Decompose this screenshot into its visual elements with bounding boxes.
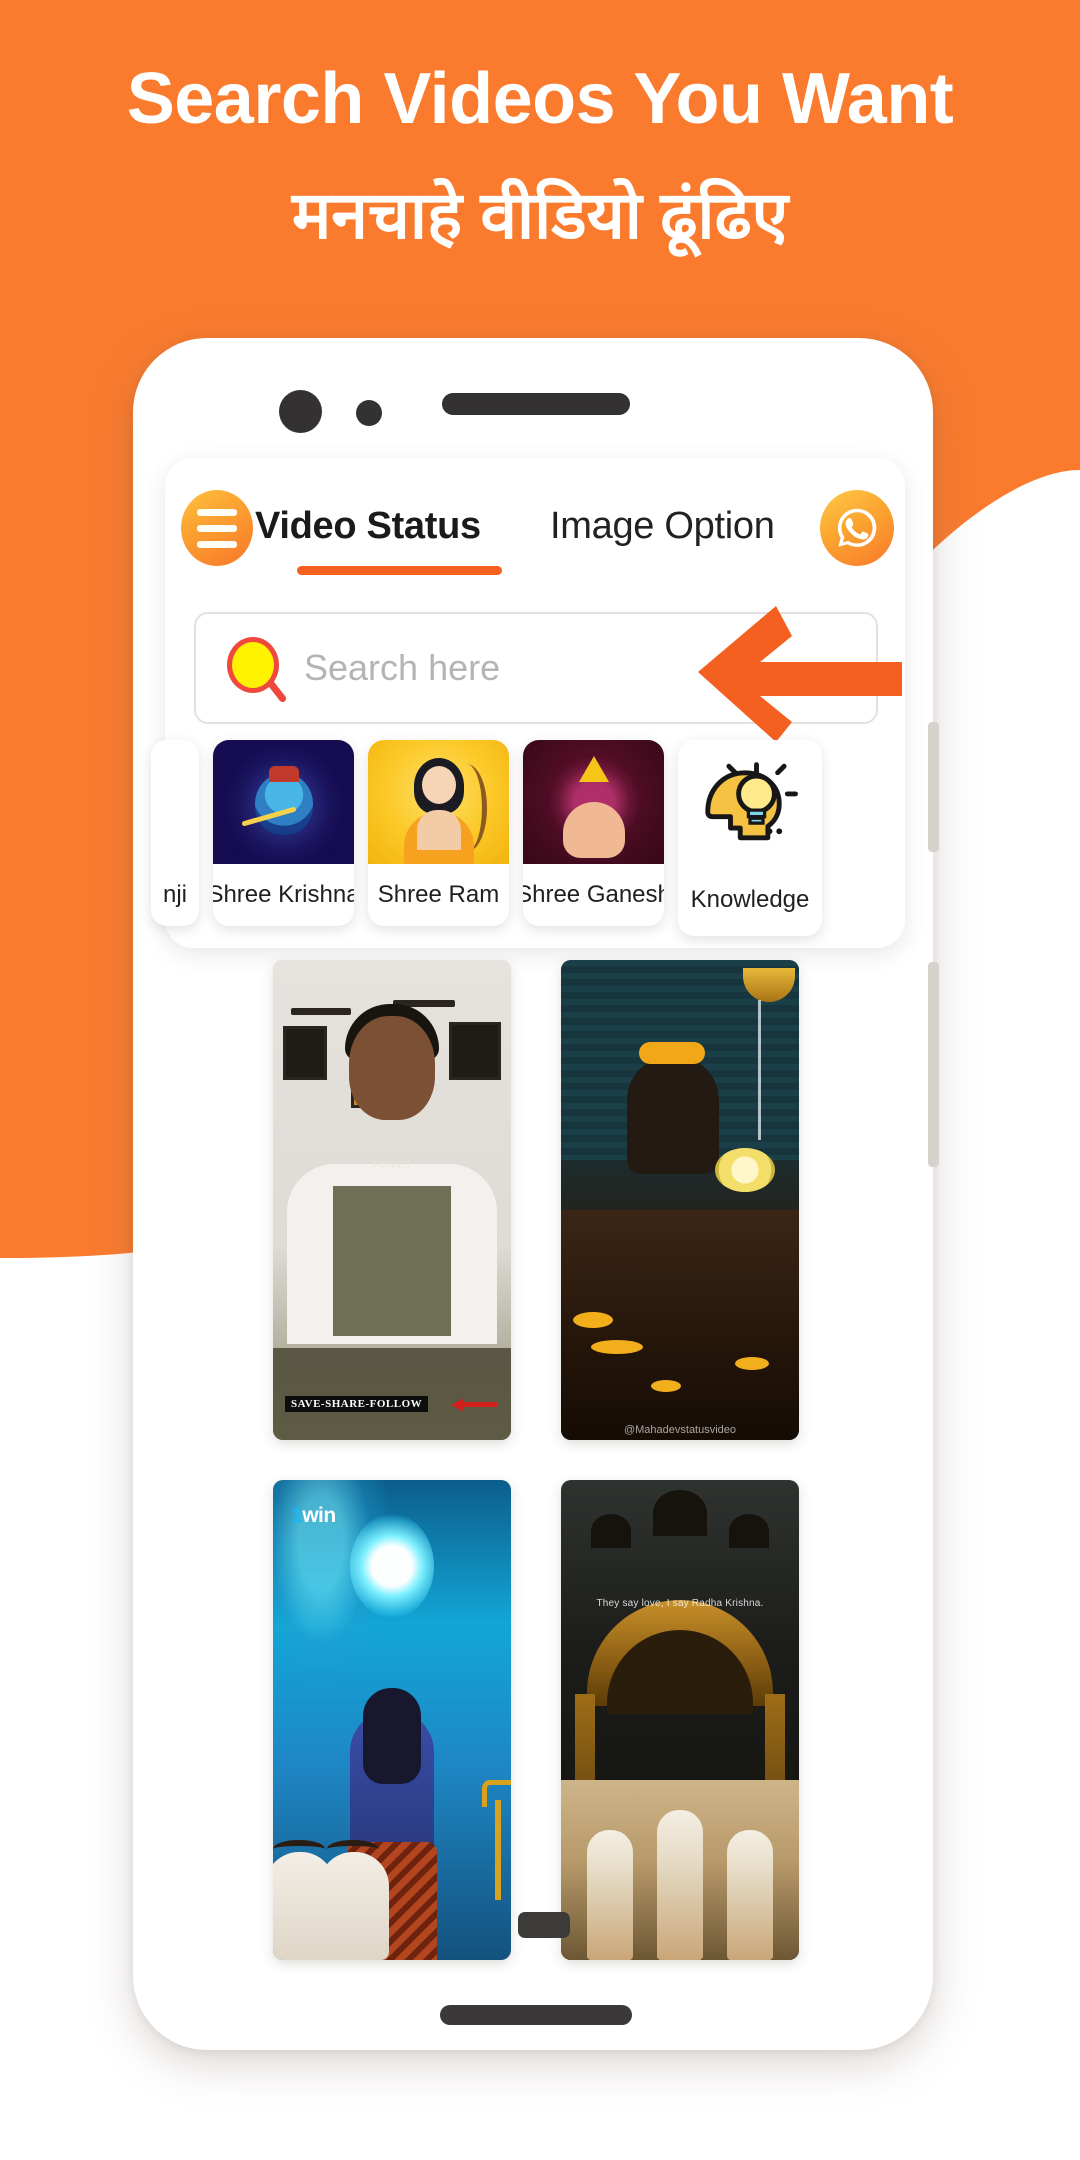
power-button[interactable] xyxy=(928,962,939,1167)
whatsapp-icon[interactable] xyxy=(820,490,894,566)
krishna-art-icon xyxy=(213,740,354,864)
video-thumbnail[interactable]: POWER SAVE-SHARE-FOLLOW xyxy=(273,960,511,1440)
category-label: Knowledge xyxy=(690,886,810,913)
proximity-sensor-icon xyxy=(356,400,382,426)
category-chip-knowledge[interactable]: Knowledge xyxy=(678,740,822,936)
hamburger-icon[interactable] xyxy=(181,490,253,566)
category-label: Shree Krishna xyxy=(213,881,354,908)
category-label: Shree Ram xyxy=(377,881,500,908)
tab-bar: Video Status Image Option xyxy=(255,492,795,574)
video-caption: SAVE-SHARE-FOLLOW xyxy=(285,1396,429,1412)
home-indicator xyxy=(440,2005,632,2025)
category-chip-shree-ganesh[interactable]: Shree Ganesh xyxy=(523,740,664,926)
category-chip-shree-ram[interactable]: Shree Ram xyxy=(368,740,509,926)
category-chip-shree-krishna[interactable]: Shree Krishna xyxy=(213,740,354,926)
promo-screenshot: Search Videos You Want मनचाहे वीडियो ढूं… xyxy=(0,0,1080,2160)
video-overlay-text: POWER xyxy=(372,1160,412,1170)
ganesh-art-icon xyxy=(523,740,664,864)
category-chip-partial[interactable]: nji xyxy=(151,740,199,926)
earpiece-speaker xyxy=(442,393,630,415)
category-label: Shree Ganesh xyxy=(523,881,664,908)
lightbulb-head-icon xyxy=(678,740,822,864)
video-grid: POWER SAVE-SHARE-FOLLOW @Mahadevstatusvi… xyxy=(194,960,878,1970)
video-watermark: @Mahadevstatusvideo xyxy=(623,1424,737,1436)
volume-button[interactable] xyxy=(928,722,939,852)
search-input[interactable]: Search here xyxy=(194,612,878,724)
video-thumbnail[interactable]: 1win xyxy=(273,1480,511,1960)
video-watermark: 1win xyxy=(291,1504,336,1527)
video-thumbnail[interactable]: @Mahadevstatusvideo xyxy=(561,960,799,1440)
promo-headline-hi: मनचाहे वीडियो ढूंढिए xyxy=(291,178,789,252)
magnifier-icon xyxy=(218,631,292,705)
active-tab-indicator xyxy=(297,566,502,575)
tab-image-option[interactable]: Image Option xyxy=(550,492,775,560)
video-thumbnail[interactable]: They say love, I say Radha Krishna. xyxy=(561,1480,799,1960)
tab-video-status[interactable]: Video Status xyxy=(255,492,481,560)
search-placeholder: Search here xyxy=(304,647,501,688)
category-chip-row[interactable]: nji Shree Krishna Shree Ram Shree Ganesh xyxy=(151,740,905,940)
promo-headline-en: Search Videos You Want xyxy=(126,59,954,139)
video-caption: They say love, I say Radha Krishna. xyxy=(596,1598,764,1609)
ram-art-icon xyxy=(368,740,509,864)
category-label: nji xyxy=(162,881,187,908)
scroll-indicator[interactable] xyxy=(518,1912,570,1938)
front-camera-icon xyxy=(279,390,322,433)
red-arrow-icon xyxy=(451,1398,497,1412)
